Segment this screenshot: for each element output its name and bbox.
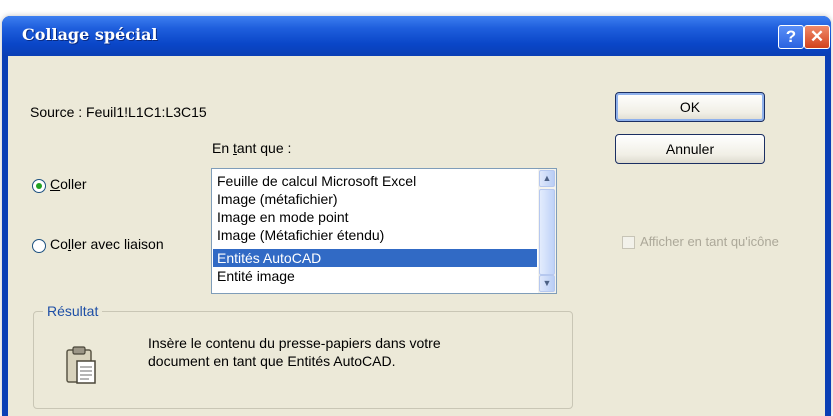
scroll-down-arrow-icon[interactable]: ▼ xyxy=(539,275,555,292)
display-as-icon-label: Afficher en tant qu'icône xyxy=(640,234,779,249)
scroll-up-arrow-icon[interactable]: ▲ xyxy=(539,170,555,187)
list-scrollbar[interactable]: ▲ ▼ xyxy=(538,169,556,293)
paste-link-post: ler avec liaison xyxy=(71,236,164,252)
clipboard-icon xyxy=(66,346,96,384)
paste-special-dialog: Collage spécial ? ✕ Source : Feuil1!L1C1… xyxy=(2,16,831,416)
paste-link-radio[interactable] xyxy=(32,239,46,253)
dialog-title: Collage spécial xyxy=(22,25,158,44)
paste-radio[interactable] xyxy=(32,179,46,193)
list-item[interactable]: Entité image xyxy=(217,267,295,285)
display-as-icon-checkbox[interactable] xyxy=(622,236,635,249)
paste-link-pre: Co xyxy=(50,236,68,252)
radio-selected-dot xyxy=(36,183,42,189)
list-item[interactable]: Image (Métafichier étendu) xyxy=(217,226,384,244)
list-item[interactable]: Image (métafichier) xyxy=(217,190,338,208)
ok-button[interactable]: OK xyxy=(615,92,765,122)
list-item[interactable]: Feuille de calcul Microsoft Excel xyxy=(217,172,416,190)
as-label-pre: En xyxy=(212,140,234,156)
paste-radio-label[interactable]: Coller xyxy=(50,176,87,192)
source-label: Source : xyxy=(30,104,83,120)
stage: Collage spécial ? ✕ Source : Feuil1!L1C1… xyxy=(0,0,833,416)
close-button[interactable]: ✕ xyxy=(804,25,830,49)
cancel-button[interactable]: Annuler xyxy=(615,134,765,164)
dialog-client-area: Source : Feuil1!L1C1:L3C15 OK Annuler En… xyxy=(8,56,825,416)
help-button[interactable]: ? xyxy=(778,25,804,49)
source-value: Feuil1!L1C1:L3C15 xyxy=(86,104,207,120)
paste-mnemonic: C xyxy=(50,176,61,192)
list-item-selected[interactable]: Entités AutoCAD xyxy=(213,249,537,267)
source-line: Source : Feuil1!L1C1:L3C15 xyxy=(30,104,207,120)
paste-rest: oller xyxy=(60,176,87,192)
help-icon: ? xyxy=(785,27,797,46)
paste-link-radio-label[interactable]: Coller avec liaison xyxy=(50,236,164,252)
result-description-line-2: document en tant que Entités AutoCAD. xyxy=(148,353,396,369)
result-legend: Résultat xyxy=(43,303,103,319)
list-item[interactable]: Image en mode point xyxy=(217,208,349,226)
as-label: En tant que : xyxy=(212,140,291,156)
as-label-post: ant que : xyxy=(236,140,292,156)
close-icon: ✕ xyxy=(809,27,825,46)
as-type-listbox[interactable]: Feuille de calcul Microsoft Excel Image … xyxy=(211,168,557,294)
result-description-line-1: Insère le contenu du presse-papiers dans… xyxy=(148,335,441,351)
scroll-thumb[interactable] xyxy=(539,189,555,275)
title-bar[interactable]: Collage spécial ? ✕ xyxy=(2,16,831,56)
